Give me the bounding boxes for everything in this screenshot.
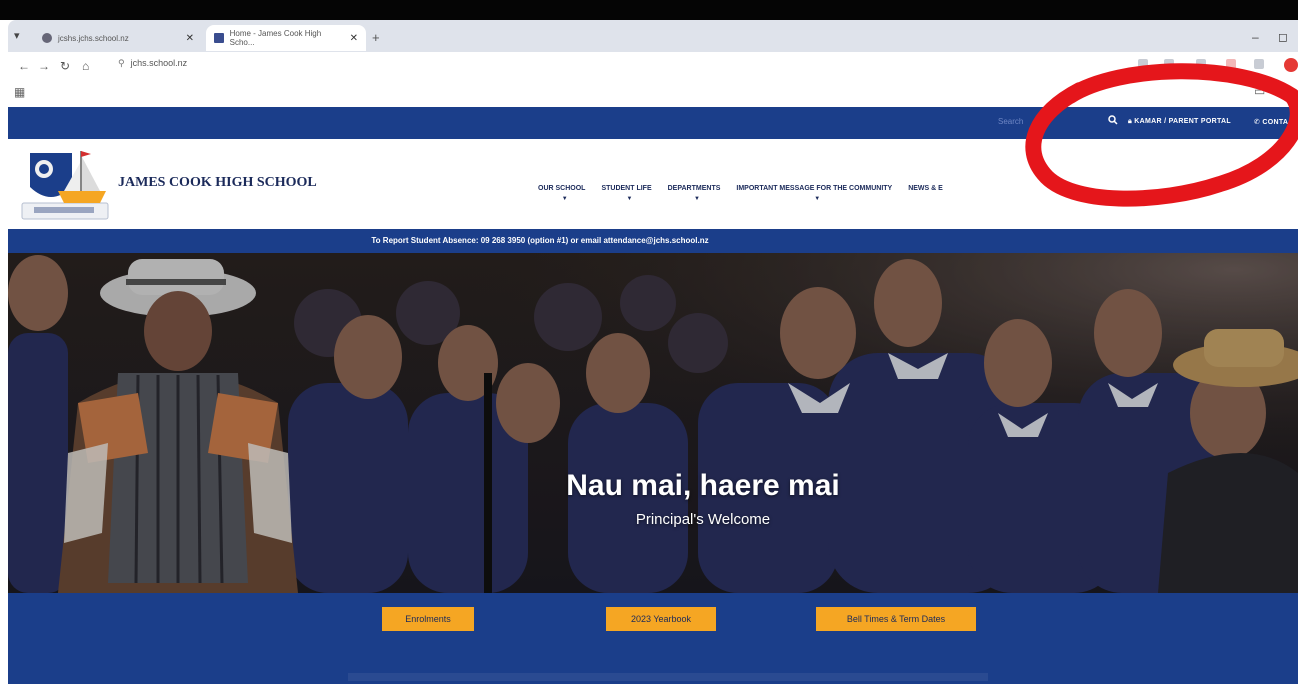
- school-crest-logo[interactable]: [20, 147, 112, 221]
- main-navigation: OUR SCHOOL ▼ STUDENT LIFE ▼ DEPARTMENTS ▼ I…: [538, 185, 943, 202]
- phone-icon: ✆: [1254, 119, 1261, 126]
- browser-tab-inactive[interactable]: jcshs.jchs.school.nz ✕: [34, 25, 202, 51]
- caret-down-icon: ▼: [561, 196, 568, 202]
- portal-link[interactable]: 🔒︎ KAMAR / PARENT PORTAL: [1128, 118, 1231, 126]
- nav-item-student-life[interactable]: STUDENT LIFE ▼: [601, 185, 652, 202]
- nav-item-important-message[interactable]: IMPORTANT MESSAGE FOR THE COMMUNITY ▼: [736, 185, 893, 202]
- globe-icon: [42, 33, 52, 43]
- hero-subtitle-link[interactable]: Principal's Welcome: [58, 511, 1298, 528]
- caret-down-icon: ▼: [626, 196, 633, 202]
- nav-item-news-events[interactable]: NEWS & E: [908, 185, 943, 192]
- nav-label: NEWS & E: [908, 185, 943, 192]
- nav-label: STUDENT LIFE: [601, 185, 652, 192]
- top-search-input[interactable]: Search: [998, 117, 1023, 126]
- nav-label: IMPORTANT MESSAGE FOR THE COMMUNITY: [736, 185, 893, 192]
- restore-icon[interactable]: ◻: [1278, 30, 1288, 44]
- minimize-icon[interactable]: –: [1252, 30, 1259, 44]
- close-tab-icon[interactable]: ✕: [350, 33, 358, 44]
- quick-links-section: Enrolments 2023 Yearbook Bell Times & Te…: [8, 593, 1298, 684]
- yearbook-button[interactable]: 2023 Yearbook: [606, 607, 716, 631]
- extension-icon[interactable]: [1226, 59, 1236, 69]
- school-name[interactable]: JAMES COOK HIGH SCHOOL: [118, 175, 317, 191]
- site-info-icon[interactable]: ⚲: [118, 58, 125, 68]
- hero-banner: Nau mai, haere mai Principal's Welcome: [8, 253, 1298, 593]
- url-text: jchs.school.nz: [130, 58, 188, 68]
- school-favicon-icon: [214, 33, 224, 43]
- hero-photo: [8, 253, 1298, 593]
- search-icon[interactable]: [1108, 115, 1118, 128]
- enrolments-button[interactable]: Enrolments: [382, 607, 474, 631]
- nav-item-our-school[interactable]: OUR SCHOOL ▼: [538, 185, 586, 202]
- tab-title: Home - James Cook High Scho...: [229, 29, 322, 47]
- nav-label: DEPARTMENTS: [667, 185, 721, 192]
- all-bookmarks-icon[interactable]: ▭: [1254, 84, 1265, 98]
- downloads-icon[interactable]: [1254, 59, 1264, 69]
- tab-title: jcshs.jchs.school.nz: [58, 33, 129, 43]
- site-utility-bar: Search 🔒︎ KAMAR / PARENT PORTAL ✆ CONTA: [8, 107, 1298, 139]
- apps-icon[interactable]: ▦: [14, 85, 25, 99]
- profile-avatar-icon[interactable]: [1284, 58, 1298, 72]
- nav-item-departments[interactable]: DEPARTMENTS ▼: [667, 185, 721, 202]
- back-icon[interactable]: ←: [18, 59, 30, 73]
- reload-icon[interactable]: ↻: [60, 59, 70, 73]
- contact-link[interactable]: ✆ CONTA: [1254, 118, 1288, 126]
- hero-title: Nau mai, haere mai: [566, 469, 840, 502]
- browser-toolbar: ← → ↻ ⌂ ⚲ jchs.school.nz: [8, 52, 1298, 80]
- home-icon[interactable]: ⌂: [82, 59, 89, 73]
- lock-icon: 🔒︎: [1128, 118, 1133, 125]
- section-heading-partial: [348, 673, 988, 681]
- close-tab-icon[interactable]: ✕: [186, 33, 194, 44]
- photo-frame-bar: [0, 0, 1298, 20]
- browser-tab-active[interactable]: Home - James Cook High Scho... ✕: [206, 25, 366, 51]
- new-tab-icon[interactable]: +: [372, 30, 380, 45]
- extension-icon[interactable]: [1196, 59, 1206, 69]
- nav-label: OUR SCHOOL: [538, 185, 586, 192]
- bell-times-button[interactable]: Bell Times & Term Dates: [816, 607, 976, 631]
- address-bar[interactable]: ⚲ jchs.school.nz: [118, 58, 187, 69]
- extension-icon[interactable]: [1138, 59, 1148, 69]
- absence-banner: To Report Student Absence: 09 268 3950 (…: [8, 229, 1298, 253]
- absence-banner-text: To Report Student Absence: 09 268 3950 (…: [371, 236, 709, 245]
- portal-link-label: KAMAR / PARENT PORTAL: [1134, 118, 1231, 125]
- caret-down-icon: ▼: [694, 196, 700, 202]
- contact-link-label: CONTA: [1262, 119, 1289, 126]
- bookmarks-bar: ▦ ▭: [8, 80, 1298, 104]
- site-header: JAMES COOK HIGH SCHOOL OUR SCHOOL ▼ STUDE…: [8, 139, 1298, 229]
- browser-tabstrip: ▾ jcshs.jchs.school.nz ✕ Home - James Co…: [8, 20, 1298, 52]
- extension-icon[interactable]: [1164, 59, 1174, 69]
- tab-search-icon[interactable]: ▾: [14, 29, 20, 42]
- forward-icon[interactable]: →: [38, 59, 50, 73]
- caret-down-icon: ▼: [814, 196, 821, 202]
